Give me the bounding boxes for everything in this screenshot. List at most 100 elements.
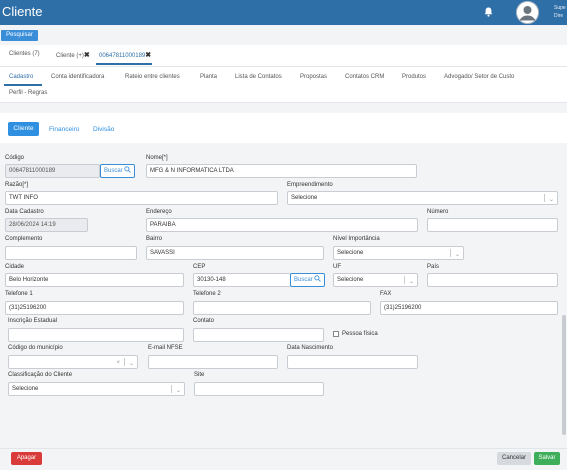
pais-field[interactable] — [427, 273, 558, 287]
tab-label: 00647811000189 — [99, 53, 146, 59]
cep-field[interactable]: 30130-148 — [193, 273, 291, 287]
fax-field[interactable]: (31)25196200 — [380, 301, 558, 315]
site-field[interactable] — [194, 382, 324, 396]
tab-conta-identificadora[interactable]: Conta identificadora — [51, 74, 104, 80]
cep-label: CEP — [193, 264, 206, 270]
numero-field[interactable] — [427, 218, 558, 232]
select-separator — [171, 385, 172, 393]
nivel-importancia-select[interactable]: Selecione ⌄ — [333, 246, 464, 260]
select-separator — [544, 194, 545, 202]
pais-label: País — [427, 264, 440, 270]
user-role: Dire — [554, 13, 564, 19]
active-section-indicator — [4, 84, 42, 86]
data-cadastro-label: Data Cadastro — [5, 209, 44, 215]
codigo-municipio-label: Código do município — [8, 345, 63, 351]
fax-label: FAX — [380, 291, 392, 297]
form-footer — [0, 448, 567, 470]
razao-field[interactable]: TWT INFO — [5, 191, 278, 205]
cep-search-button[interactable]: Buscar — [290, 273, 325, 287]
codigo-municipio-select[interactable]: × ⌄ — [8, 355, 138, 369]
subtab-divisao[interactable]: Divisão — [93, 126, 114, 133]
uf-label: UF — [333, 264, 341, 270]
empreendimento-select[interactable]: Selecione ⌄ — [287, 191, 558, 205]
close-icon[interactable]: ✖ — [145, 52, 151, 59]
tab-contatos-crm[interactable]: Contatos CRM — [345, 74, 384, 80]
search-button[interactable]: Pesquisar — [1, 30, 38, 41]
classificacao-value: Selecione — [12, 386, 39, 392]
site-label: Site — [194, 372, 205, 378]
tab-label: Clientes (7) — [9, 51, 40, 57]
tab-cliente-record[interactable]: 00647811000189✖ — [99, 51, 151, 59]
email-nfse-field[interactable] — [148, 355, 278, 369]
telefone2-field[interactable] — [193, 301, 371, 315]
select-separator — [404, 276, 405, 284]
delete-button[interactable]: Apagar — [11, 452, 42, 465]
document-tabs: Clientes (7) Cliente (+)✖ 00647811000189… — [0, 45, 567, 67]
select-separator — [450, 249, 451, 257]
bairro-field[interactable]: SAVASSI — [146, 246, 324, 260]
tab-propostas[interactable]: Propostas — [300, 74, 327, 80]
select-separator — [124, 358, 125, 366]
chevron-down-icon: ⌄ — [454, 252, 460, 258]
data-nascimento-field[interactable] — [287, 355, 418, 369]
tab-planta[interactable]: Planta — [200, 74, 217, 80]
cidade-label: Cidade — [5, 264, 25, 270]
bell-icon[interactable] — [484, 7, 493, 17]
client-form — [0, 143, 567, 448]
chevron-down-icon: ⌄ — [128, 361, 134, 367]
telefone1-field[interactable]: (31)25196200 — [5, 301, 184, 315]
close-icon[interactable]: ✖ — [84, 52, 90, 59]
tab-label: Cliente (+) — [56, 53, 84, 59]
user-name: Supe — [554, 5, 566, 11]
app-header: Cliente Supe Dire — [0, 0, 567, 25]
tab-clientes[interactable]: Clientes (7) — [9, 51, 40, 57]
form-scrollbar[interactable] — [562, 315, 566, 435]
clear-icon[interactable]: × — [116, 357, 120, 368]
chevron-down-icon: ⌄ — [175, 388, 181, 394]
tab-lista-contatos[interactable]: Lista de Contatos — [235, 74, 282, 80]
complemento-field[interactable] — [5, 246, 137, 260]
tab-produtos[interactable]: Produtos — [402, 74, 426, 80]
chevron-down-icon: ⌄ — [408, 279, 414, 285]
codigo-field[interactable]: 00647811000189 — [5, 164, 100, 178]
buscar-label: Buscar — [294, 277, 313, 283]
complemento-label: Complemento — [5, 236, 43, 242]
subtab-financeiro[interactable]: Financeiro — [49, 126, 79, 133]
save-button[interactable]: Salvar — [534, 452, 560, 465]
page-title: Cliente — [2, 4, 43, 19]
nivel-importancia-value: Selecione — [337, 250, 364, 256]
classificacao-select[interactable]: Selecione ⌄ — [8, 382, 185, 396]
empreendimento-value: Selecione — [291, 195, 318, 201]
user-avatar-icon[interactable] — [516, 1, 539, 24]
numero-label: Número — [427, 209, 449, 215]
tab-perfil-regras[interactable]: Perfil - Regras — [9, 90, 47, 96]
contato-field[interactable] — [193, 328, 324, 342]
subtab-cliente[interactable]: Cliente — [8, 122, 39, 136]
chevron-down-icon: ⌄ — [548, 197, 554, 203]
buscar-label: Buscar — [104, 168, 123, 174]
pessoa-fisica-checkbox[interactable] — [333, 331, 339, 337]
search-icon — [124, 166, 131, 173]
telefone2-label: Telefone 2 — [193, 291, 221, 297]
razao-label: Razão[*] — [5, 182, 29, 188]
tab-advogado[interactable]: Advogado/ Setor de Custo — [444, 74, 514, 80]
tab-cadastro[interactable]: Cadastro — [9, 74, 33, 80]
cidade-field[interactable]: Belo Horizonte — [5, 273, 184, 287]
email-nfse-label: E-mail NFSE — [148, 345, 183, 351]
tab-rateio[interactable]: Rateio entre clientes — [125, 74, 180, 80]
uf-value: Selecione — [337, 277, 364, 283]
uf-select[interactable]: Selecione ⌄ — [333, 273, 418, 287]
cancel-button[interactable]: Cancelar — [497, 452, 531, 465]
data-nascimento-label: Data Nascimento — [287, 345, 334, 351]
data-cadastro-field: 28/06/2024 14:19 — [5, 218, 88, 232]
codigo-search-button[interactable]: Buscar — [100, 164, 135, 178]
telefone1-label: Telefone 1 — [5, 291, 33, 297]
nivel-importancia-label: Nível Importância — [333, 236, 380, 242]
inscricao-estadual-field[interactable] — [8, 328, 184, 342]
tab-cliente-new[interactable]: Cliente (+)✖ — [56, 51, 90, 59]
codigo-label: Código — [5, 155, 25, 161]
endereco-field[interactable]: PARAIBA — [146, 218, 418, 232]
sub-tabs-bar — [0, 113, 567, 143]
search-icon — [314, 275, 321, 282]
nome-field[interactable]: MFG & N INFORMATICA LTDA — [146, 164, 417, 178]
